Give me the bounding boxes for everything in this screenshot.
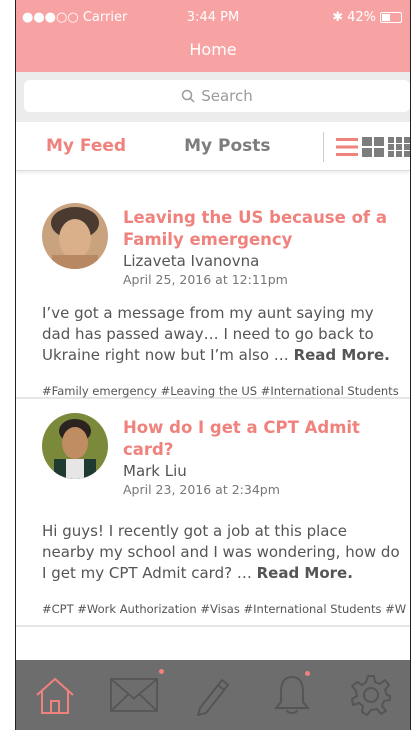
search-bar-container: Search — [16, 72, 410, 122]
tab-compose[interactable] — [189, 671, 237, 719]
notification-dot — [304, 671, 310, 676]
post-date: April 25, 2016 at 12:11pm — [123, 272, 288, 287]
battery-icon — [380, 12, 402, 23]
post-body: Hi guys! I recently got a job at this pl… — [42, 521, 410, 584]
post-author[interactable]: Lizaveta Ivanovna — [123, 251, 410, 271]
bottom-tab-bar — [16, 660, 410, 730]
post-title[interactable]: How do I get a CPT Admit card? — [123, 417, 410, 461]
post-tags[interactable]: #CPT #Work Authorization #Visas #Interna… — [42, 602, 410, 616]
feed-list: Leaving the US because of a Family emerg… — [16, 171, 410, 627]
post-card[interactable]: How do I get a CPT Admit card? Mark Liu … — [16, 399, 410, 627]
bluetooth-icon: ✱ — [332, 10, 344, 25]
feed-tabs: My Feed My Posts — [16, 122, 410, 171]
post-author[interactable]: Mark Liu — [123, 461, 410, 481]
status-bar: ●●●○○ Carrier 3:44 PM ✱ 42% — [16, 0, 410, 35]
post-card[interactable]: Leaving the US because of a Family emerg… — [16, 171, 410, 399]
avatar[interactable] — [42, 413, 108, 479]
tab-settings[interactable] — [347, 671, 395, 719]
pencil-icon — [196, 678, 230, 716]
list-view-icon[interactable] — [336, 137, 358, 157]
tab-notifications[interactable] — [268, 671, 316, 719]
search-placeholder: Search — [201, 87, 253, 105]
gear-icon — [350, 675, 391, 716]
search-icon — [181, 89, 195, 103]
battery-fill — [382, 14, 391, 21]
compact-grid-view-icon[interactable] — [388, 137, 410, 157]
tab-home[interactable] — [31, 671, 79, 719]
tab-messages[interactable] — [110, 669, 165, 719]
post-body: I’ve got a message from my aunt saying m… — [42, 303, 410, 366]
post-title[interactable]: Leaving the US because of a Family emerg… — [123, 207, 410, 251]
battery-percent: 42% — [347, 10, 376, 25]
mail-icon — [110, 678, 159, 712]
grid-view-icon[interactable] — [362, 137, 384, 157]
bell-icon — [273, 675, 310, 714]
avatar[interactable] — [42, 203, 108, 269]
unread-dot — [159, 669, 165, 674]
view-toggle — [323, 132, 410, 162]
home-icon — [36, 677, 75, 714]
read-more-link[interactable]: Read More. — [294, 346, 390, 364]
tab-my-feed[interactable]: My Feed — [16, 136, 126, 156]
page-title: Home — [16, 35, 410, 72]
post-tags[interactable]: #Family emergency #Leaving the US #Inter… — [42, 384, 410, 398]
status-right: ✱ 42% — [332, 10, 402, 25]
tab-my-posts[interactable]: My Posts — [126, 136, 270, 156]
post-date: April 23, 2016 at 2:34pm — [123, 482, 280, 497]
read-more-link[interactable]: Read More. — [257, 564, 353, 582]
search-input[interactable]: Search — [24, 80, 410, 112]
app-frame: ●●●○○ Carrier 3:44 PM ✱ 42% Home Search … — [15, 0, 411, 730]
